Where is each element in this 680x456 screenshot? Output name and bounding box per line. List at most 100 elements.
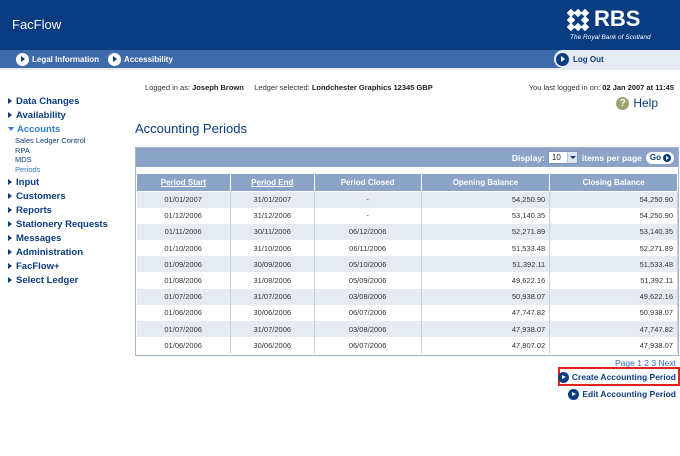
go-button[interactable]: Go bbox=[645, 151, 674, 164]
sidebar-item-label: Select Ledger bbox=[16, 274, 79, 286]
cell-opening-balance: 47,938.07 bbox=[421, 321, 551, 338]
cell-period-end: 31/10/2006 bbox=[230, 240, 315, 257]
last-login-label: You last logged in on: bbox=[528, 83, 601, 92]
sidebar-item-stationery-requests[interactable]: Stationery Requests bbox=[8, 217, 128, 231]
per-page-label: items per page bbox=[581, 152, 642, 163]
sidebar: Data Changes Availability Accounts Sales… bbox=[8, 94, 128, 287]
sidebar-item-label: FacFlow+ bbox=[16, 260, 60, 272]
arrow-right-icon bbox=[557, 371, 569, 383]
cell-period-end: 30/06/2006 bbox=[230, 304, 315, 321]
sidebar-item-label: Input bbox=[16, 176, 40, 188]
table-row: 01/01/2007 31/01/2007-54,250.90 54,250.90 bbox=[136, 191, 678, 208]
cell-closing-balance: 53,140.35 bbox=[549, 223, 678, 241]
last-login-value: 02 Jan 2007 at 11:45 bbox=[602, 83, 674, 92]
items-per-page-value: 10 bbox=[551, 153, 561, 162]
cell-period-closed: 06/12/2006 bbox=[314, 223, 422, 241]
cell-period-start: 01/12/2006 bbox=[136, 207, 231, 224]
arrow-right-icon bbox=[8, 235, 12, 241]
page-title: Accounting Periods bbox=[135, 121, 248, 136]
table-body: 01/01/2007 31/01/2007-54,250.90 54,250.90 0… bbox=[136, 191, 678, 354]
submenu-item-sales-ledger-control[interactable]: Sales Ledger Control bbox=[8, 136, 128, 146]
sidebar-item-accounts[interactable]: Accounts bbox=[8, 122, 128, 136]
sidebar-item-customers[interactable]: Customers bbox=[8, 189, 128, 203]
cell-period-end: 31/01/2007 bbox=[230, 191, 315, 208]
nav-divider bbox=[0, 68, 680, 70]
arrow-right-icon bbox=[8, 221, 12, 227]
cell-period-end: 31/07/2006 bbox=[230, 321, 315, 338]
sidebar-item-select-ledger[interactable]: Select Ledger bbox=[8, 273, 128, 287]
cell-period-end: 31/12/2006 bbox=[230, 207, 315, 224]
last-login-info: You last logged in on: 02 Jan 2007 at 11… bbox=[529, 83, 674, 92]
table-row: 01/10/2006 31/10/2006 06/11/2006 51,533.48 5… bbox=[136, 240, 678, 257]
user-name: Joseph Brown bbox=[192, 83, 244, 92]
cell-closing-balance: 47,938.07 bbox=[549, 337, 678, 354]
sidebar-item-data-changes[interactable]: Data Changes bbox=[8, 94, 128, 108]
cell-closing-balance: 51,533.48 bbox=[549, 256, 678, 273]
table-toolbar: Display: 10 items per page Go bbox=[136, 148, 678, 167]
submenu-item-periods[interactable]: Periods bbox=[8, 165, 128, 175]
help-label: Help bbox=[633, 96, 658, 110]
cell-period-end: 30/09/2006 bbox=[230, 256, 315, 273]
sidebar-item-facflow-plus[interactable]: FacFlow+ bbox=[8, 259, 128, 273]
arrow-right-icon bbox=[8, 193, 12, 199]
accessibility-link[interactable]: Accessibility bbox=[108, 51, 173, 67]
daisy-wheel-icon bbox=[566, 8, 590, 32]
cell-period-start: 01/07/2006 bbox=[136, 288, 231, 305]
cell-period-closed: 06/07/2006 bbox=[314, 337, 422, 354]
logout-label: Log Out bbox=[573, 54, 604, 64]
cell-opening-balance: 50,938.07 bbox=[421, 288, 551, 305]
logo-text: RBS bbox=[594, 6, 641, 31]
legal-information-link[interactable]: Legal Information bbox=[16, 51, 99, 67]
sidebar-item-label: Customers bbox=[16, 190, 66, 202]
accessibility-label: Accessibility bbox=[124, 54, 173, 64]
arrow-right-icon bbox=[8, 179, 12, 185]
items-per-page-select[interactable]: 10 bbox=[547, 151, 578, 164]
submenu-item-mds[interactable]: MDS bbox=[8, 155, 128, 165]
cell-period-closed: 03/08/2006 bbox=[314, 288, 422, 305]
ledger-name: Londchester Graphics 12345 GBP bbox=[311, 83, 433, 92]
sidebar-item-messages[interactable]: Messages bbox=[8, 231, 128, 245]
arrow-right-icon bbox=[556, 52, 569, 66]
edit-accounting-period-link[interactable]: Edit Accounting Period bbox=[568, 387, 676, 401]
create-accounting-period-label: Create Accounting Period bbox=[571, 372, 676, 382]
cell-opening-balance: 54,250.90 bbox=[421, 191, 551, 208]
arrow-right-icon bbox=[8, 277, 12, 283]
accounts-submenu: Sales Ledger Control RPA MDS Periods bbox=[8, 136, 128, 174]
column-header-closing-balance: Closing Balance bbox=[549, 173, 678, 192]
arrow-right-icon bbox=[16, 52, 29, 66]
sidebar-item-administration[interactable]: Administration bbox=[8, 245, 128, 259]
cell-period-end: 30/11/2006 bbox=[230, 223, 315, 241]
cell-period-start: 01/11/2006 bbox=[136, 223, 231, 241]
cell-opening-balance: 51,392.11 bbox=[421, 256, 551, 273]
logout-button[interactable]: Log Out bbox=[554, 50, 680, 68]
sidebar-item-reports[interactable]: Reports bbox=[8, 203, 128, 217]
help-link[interactable]: ? Help bbox=[616, 96, 658, 110]
submenu-item-rpa[interactable]: RPA bbox=[8, 146, 128, 156]
cell-closing-balance: 54,250.90 bbox=[549, 191, 678, 208]
cell-closing-balance: 47,747.82 bbox=[549, 321, 678, 338]
column-header-period-start[interactable]: Period Start bbox=[136, 173, 231, 192]
chevron-down-icon bbox=[566, 152, 577, 163]
cell-opening-balance: 53,140.35 bbox=[421, 207, 551, 224]
ledger-label: Ledger selected: bbox=[254, 83, 310, 92]
cell-opening-balance: 52,271.89 bbox=[421, 223, 551, 241]
accounting-periods-table: Period Start Period End Period Closed Op… bbox=[136, 173, 678, 354]
arrow-right-icon bbox=[568, 388, 580, 400]
cell-period-start: 01/01/2007 bbox=[136, 191, 231, 208]
sidebar-item-input[interactable]: Input bbox=[8, 175, 128, 189]
cell-period-closed: 06/07/2006 bbox=[314, 304, 422, 321]
sidebar-item-label: Data Changes bbox=[16, 95, 80, 107]
cell-period-closed: - bbox=[314, 207, 422, 224]
table-row: 01/09/2006 30/09/2006 05/10/2006 51,392.11 5… bbox=[136, 256, 678, 273]
create-accounting-period-link[interactable]: Create Accounting Period bbox=[557, 370, 676, 384]
rbs-logo[interactable]: RBS The Royal Bank of Scotland bbox=[566, 6, 666, 46]
cell-period-closed: 03/08/2006 bbox=[314, 321, 422, 338]
table-row: 01/12/2006 31/12/2006-53,140.35 54,250.90 bbox=[136, 207, 678, 224]
cell-opening-balance: 47,747.82 bbox=[421, 304, 551, 321]
cell-closing-balance: 49,622.16 bbox=[549, 288, 678, 305]
top-nav: Legal Information Accessibility Log Out bbox=[0, 50, 680, 68]
cell-period-start: 01/06/2006 bbox=[136, 337, 231, 354]
app-title: FacFlow bbox=[12, 17, 62, 32]
column-header-period-end[interactable]: Period End bbox=[229, 173, 315, 192]
sidebar-item-availability[interactable]: Availability bbox=[8, 108, 128, 122]
